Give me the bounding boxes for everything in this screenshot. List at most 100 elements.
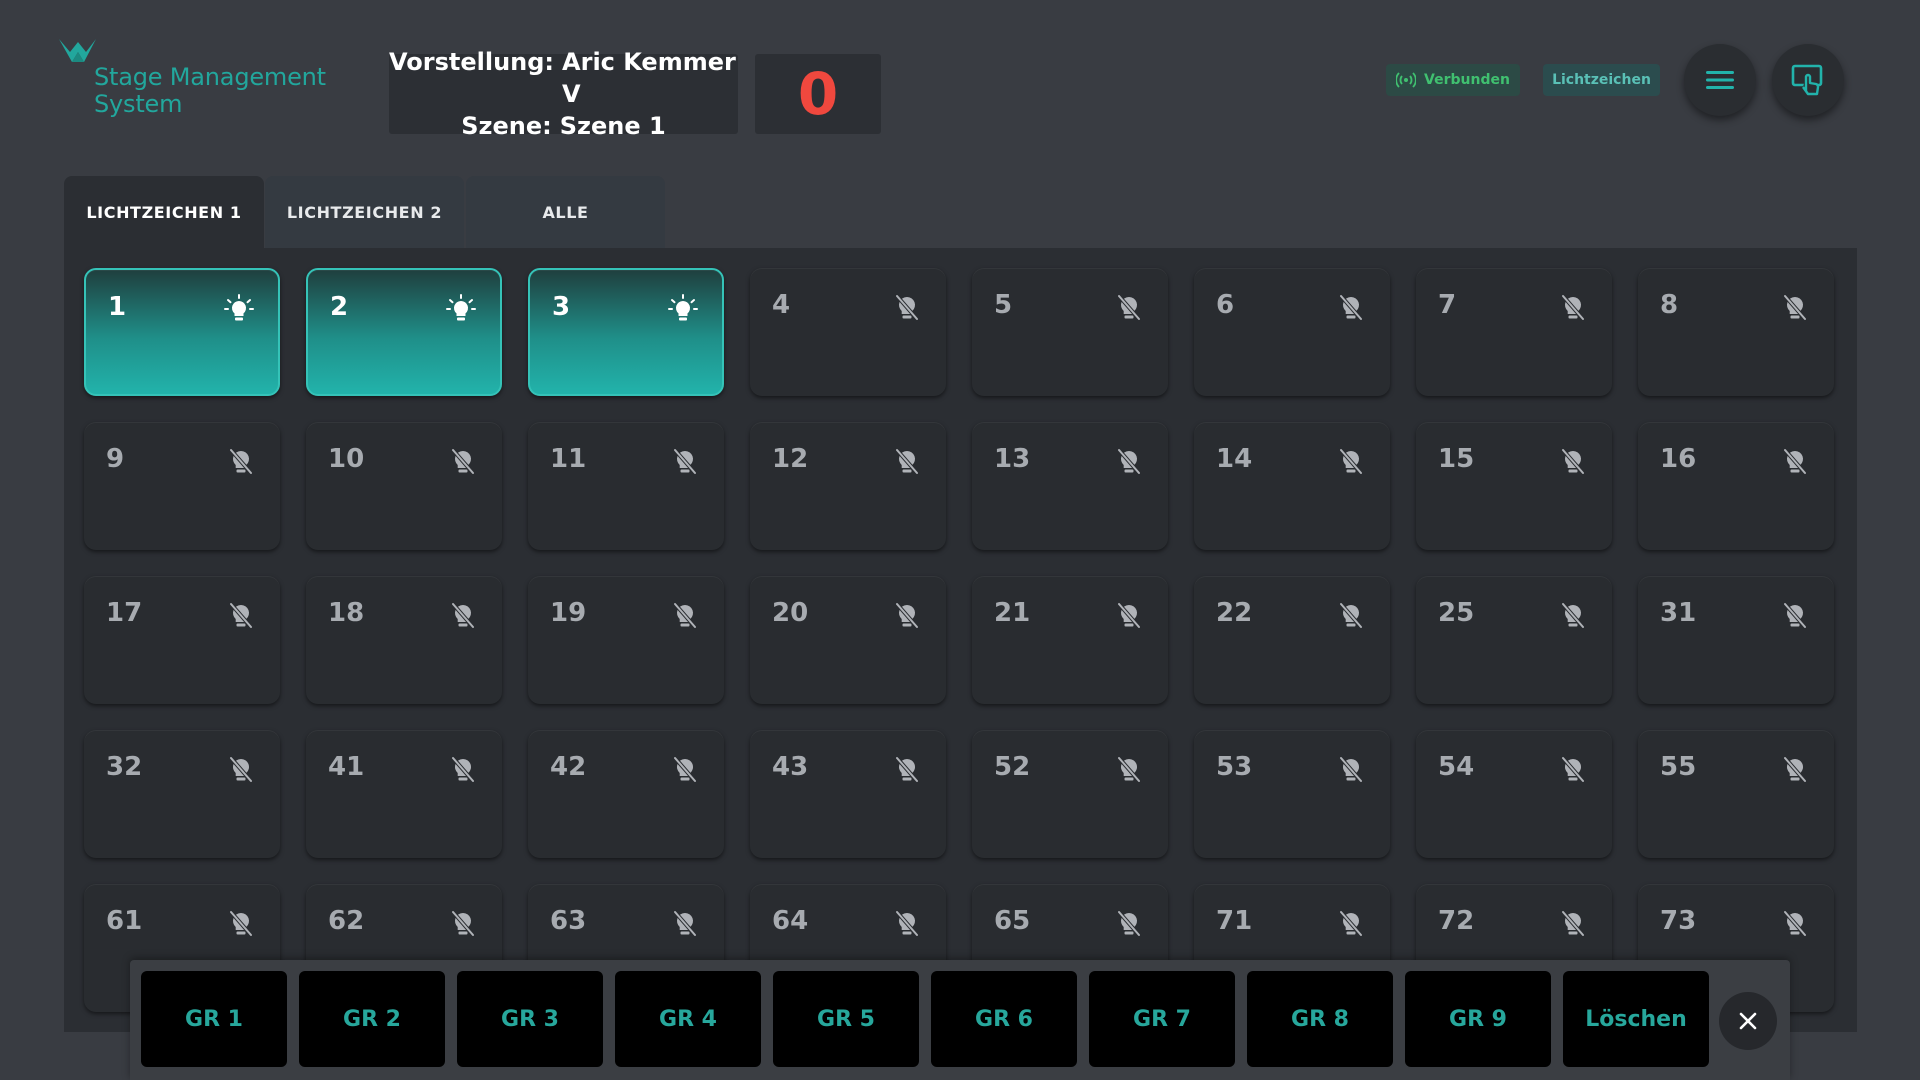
cue-button-22[interactable]: 22 (1194, 576, 1390, 704)
cue-button-53[interactable]: 53 (1194, 730, 1390, 858)
cue-button-55[interactable]: 55 (1638, 730, 1834, 858)
group-button-5[interactable]: GR 5 (773, 971, 919, 1067)
cue-button-42[interactable]: 42 (528, 730, 724, 858)
cue-number: 31 (1660, 598, 1697, 628)
cue-number: 15 (1438, 444, 1475, 474)
group-button-9[interactable]: GR 9 (1405, 971, 1551, 1067)
cue-number: 25 (1438, 598, 1475, 628)
lightbulb-off-icon (670, 754, 700, 784)
cue-button-20[interactable]: 20 (750, 576, 946, 704)
cue-button-6[interactable]: 6 (1194, 268, 1390, 396)
scene-value: Szene 1 (559, 112, 666, 140)
cue-button-13[interactable]: 13 (972, 422, 1168, 550)
cue-number: 21 (994, 598, 1031, 628)
cue-number: 54 (1438, 752, 1475, 782)
lightbulb-off-icon (892, 600, 922, 630)
cue-number: 11 (550, 444, 587, 474)
app-name-line2: System (94, 90, 183, 118)
cue-button-17[interactable]: 17 (84, 576, 280, 704)
cue-button-12[interactable]: 12 (750, 422, 946, 550)
cue-button-19[interactable]: 19 (528, 576, 724, 704)
cue-button-2[interactable]: 2 (306, 268, 502, 396)
cue-number: 13 (994, 444, 1031, 474)
show-value: Aric Kemmer V (562, 48, 736, 108)
hamburger-menu-icon (1706, 71, 1734, 89)
group-button-2[interactable]: GR 2 (299, 971, 445, 1067)
cue-button-31[interactable]: 31 (1638, 576, 1834, 704)
lightbulb-off-icon (1114, 600, 1144, 630)
lightbulb-off-icon (1558, 600, 1588, 630)
scene-label: Szene: (461, 112, 552, 140)
cue-number: 5 (994, 290, 1013, 320)
cue-button-10[interactable]: 10 (306, 422, 502, 550)
cue-button-15[interactable]: 15 (1416, 422, 1612, 550)
cue-button-14[interactable]: 14 (1194, 422, 1390, 550)
group-button-3[interactable]: GR 3 (457, 971, 603, 1067)
cue-button-52[interactable]: 52 (972, 730, 1168, 858)
group-button-6[interactable]: GR 6 (931, 971, 1077, 1067)
cue-button-25[interactable]: 25 (1416, 576, 1612, 704)
cue-button-9[interactable]: 9 (84, 422, 280, 550)
cue-number: 65 (994, 906, 1031, 936)
screen-touch-button[interactable] (1772, 44, 1844, 116)
cue-number: 16 (1660, 444, 1697, 474)
tab-lichtzeichen-1[interactable]: LICHTZEICHEN 1 (64, 176, 264, 248)
lightbulb-off-icon (1114, 754, 1144, 784)
cue-button-11[interactable]: 11 (528, 422, 724, 550)
lightbulb-off-icon (1780, 446, 1810, 476)
lightbulb-off-icon (226, 446, 256, 476)
cue-number: 4 (772, 290, 791, 320)
connection-status-text: Verbunden (1424, 72, 1510, 88)
cue-button-41[interactable]: 41 (306, 730, 502, 858)
lightbulb-off-icon (448, 908, 478, 938)
connection-status-badge: Verbunden (1386, 64, 1520, 96)
broadcast-icon (1396, 72, 1417, 88)
cue-button-18[interactable]: 18 (306, 576, 502, 704)
lightbulb-off-icon (1114, 908, 1144, 938)
lightbulb-off-icon (1336, 754, 1366, 784)
cue-number: 2 (330, 292, 349, 322)
cue-number: 61 (106, 906, 143, 936)
cue-number: 22 (1216, 598, 1253, 628)
lightbulb-off-icon (1336, 446, 1366, 476)
cue-button-4[interactable]: 4 (750, 268, 946, 396)
app-name: Stage Management System (94, 64, 326, 118)
lightbulb-on-icon (668, 294, 698, 324)
lightbulb-off-icon (1114, 446, 1144, 476)
cue-button-43[interactable]: 43 (750, 730, 946, 858)
cue-number: 52 (994, 752, 1031, 782)
group-button-1[interactable]: GR 1 (141, 971, 287, 1067)
clear-button[interactable]: Löschen (1563, 971, 1709, 1067)
lightbulb-off-icon (226, 600, 256, 630)
cue-button-32[interactable]: 32 (84, 730, 280, 858)
tab-alle[interactable]: ALLE (466, 176, 665, 248)
cue-number: 55 (1660, 752, 1697, 782)
lightbulb-off-icon (1336, 600, 1366, 630)
cue-button-3[interactable]: 3 (528, 268, 724, 396)
cue-number: 64 (772, 906, 809, 936)
group-button-8[interactable]: GR 8 (1247, 971, 1393, 1067)
tab-lichtzeichen-2[interactable]: LICHTZEICHEN 2 (265, 176, 464, 248)
cue-number: 19 (550, 598, 587, 628)
menu-button[interactable] (1684, 44, 1756, 116)
cue-number: 18 (328, 598, 365, 628)
lightbulb-off-icon (1558, 908, 1588, 938)
logo-icon (59, 39, 96, 62)
cue-number: 43 (772, 752, 809, 782)
cue-button-1[interactable]: 1 (84, 268, 280, 396)
cue-button-54[interactable]: 54 (1416, 730, 1612, 858)
close-group-bar-button[interactable] (1719, 992, 1777, 1050)
group-button-7[interactable]: GR 7 (1089, 971, 1235, 1067)
cue-button-8[interactable]: 8 (1638, 268, 1834, 396)
cue-button-16[interactable]: 16 (1638, 422, 1834, 550)
cue-button-5[interactable]: 5 (972, 268, 1168, 396)
lightbulb-off-icon (448, 600, 478, 630)
cue-button-7[interactable]: 7 (1416, 268, 1612, 396)
group-button-4[interactable]: GR 4 (615, 971, 761, 1067)
mode-badge: Lichtzeichen (1543, 64, 1660, 96)
cue-button-21[interactable]: 21 (972, 576, 1168, 704)
cue-number: 42 (550, 752, 587, 782)
cue-number: 72 (1438, 906, 1475, 936)
lightbulb-off-icon (670, 446, 700, 476)
lightbulb-off-icon (1558, 446, 1588, 476)
